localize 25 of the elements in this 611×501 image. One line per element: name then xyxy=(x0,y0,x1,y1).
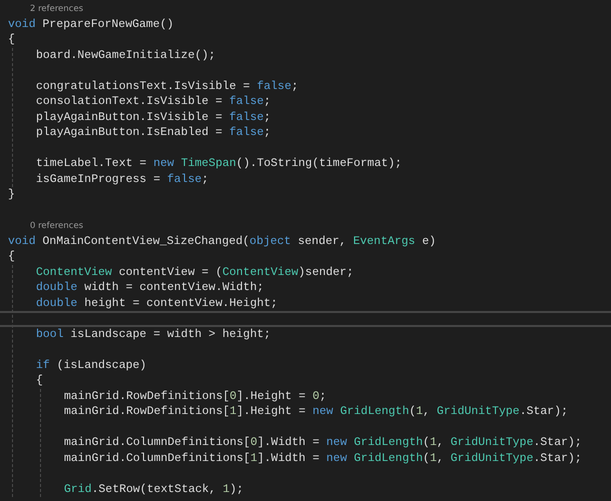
code-line: { xyxy=(36,374,43,387)
code-line: mainGrid.ColumnDefinitions[0].Width = new GridLength(1, GridUnitType.Star); xyxy=(64,436,582,449)
code-line: void PrepareForNewGame() xyxy=(8,18,174,30)
code-line: Grid.SetRow(textStack, 1); xyxy=(64,482,244,496)
code-line: double height = contentView.Height; xyxy=(36,296,278,310)
code-line: { xyxy=(8,33,15,46)
references-link[interactable]: 2 references xyxy=(8,2,84,18)
code-line: bool isLandscape = width > height; xyxy=(36,328,271,340)
code-line: if (isLandscape) xyxy=(36,358,146,372)
code-line: timeLabel.Text = new TimeSpan().ToString(timeFormat); xyxy=(36,157,402,170)
code-line: } xyxy=(8,188,15,201)
code-line: double width = contentView.Width; xyxy=(36,281,264,294)
code-line: mainGrid.RowDefinitions[1].Height = new GridLength(1, GridUnitType.Star); xyxy=(64,405,568,418)
code-line: isGameInProgress = false; xyxy=(36,172,209,186)
code-line: void OnMainContentView_SizeChanged(object sender, EventArgs e) xyxy=(8,234,436,248)
code-line: board.NewGameInitialize(); xyxy=(36,48,216,62)
code-line: mainGrid.RowDefinitions[0].Height = 0; xyxy=(64,390,326,402)
code-line: ContentView contentView = (ContentView)sender; xyxy=(36,266,354,278)
references-link[interactable]: 0 references xyxy=(8,219,84,234)
code-line: playAgainButton.IsVisible = false; xyxy=(36,110,271,124)
code-line: congratulationsText.IsVisible = false; xyxy=(36,80,298,92)
code-line: consolationText.IsVisible = false; xyxy=(36,95,271,108)
code-line: { xyxy=(8,250,15,263)
code-line: playAgainButton.IsEnabled = false; xyxy=(36,126,271,139)
code-line: mainGrid.ColumnDefinitions[1].Width = new GridLength(1, GridUnitType.Star); xyxy=(64,452,582,464)
